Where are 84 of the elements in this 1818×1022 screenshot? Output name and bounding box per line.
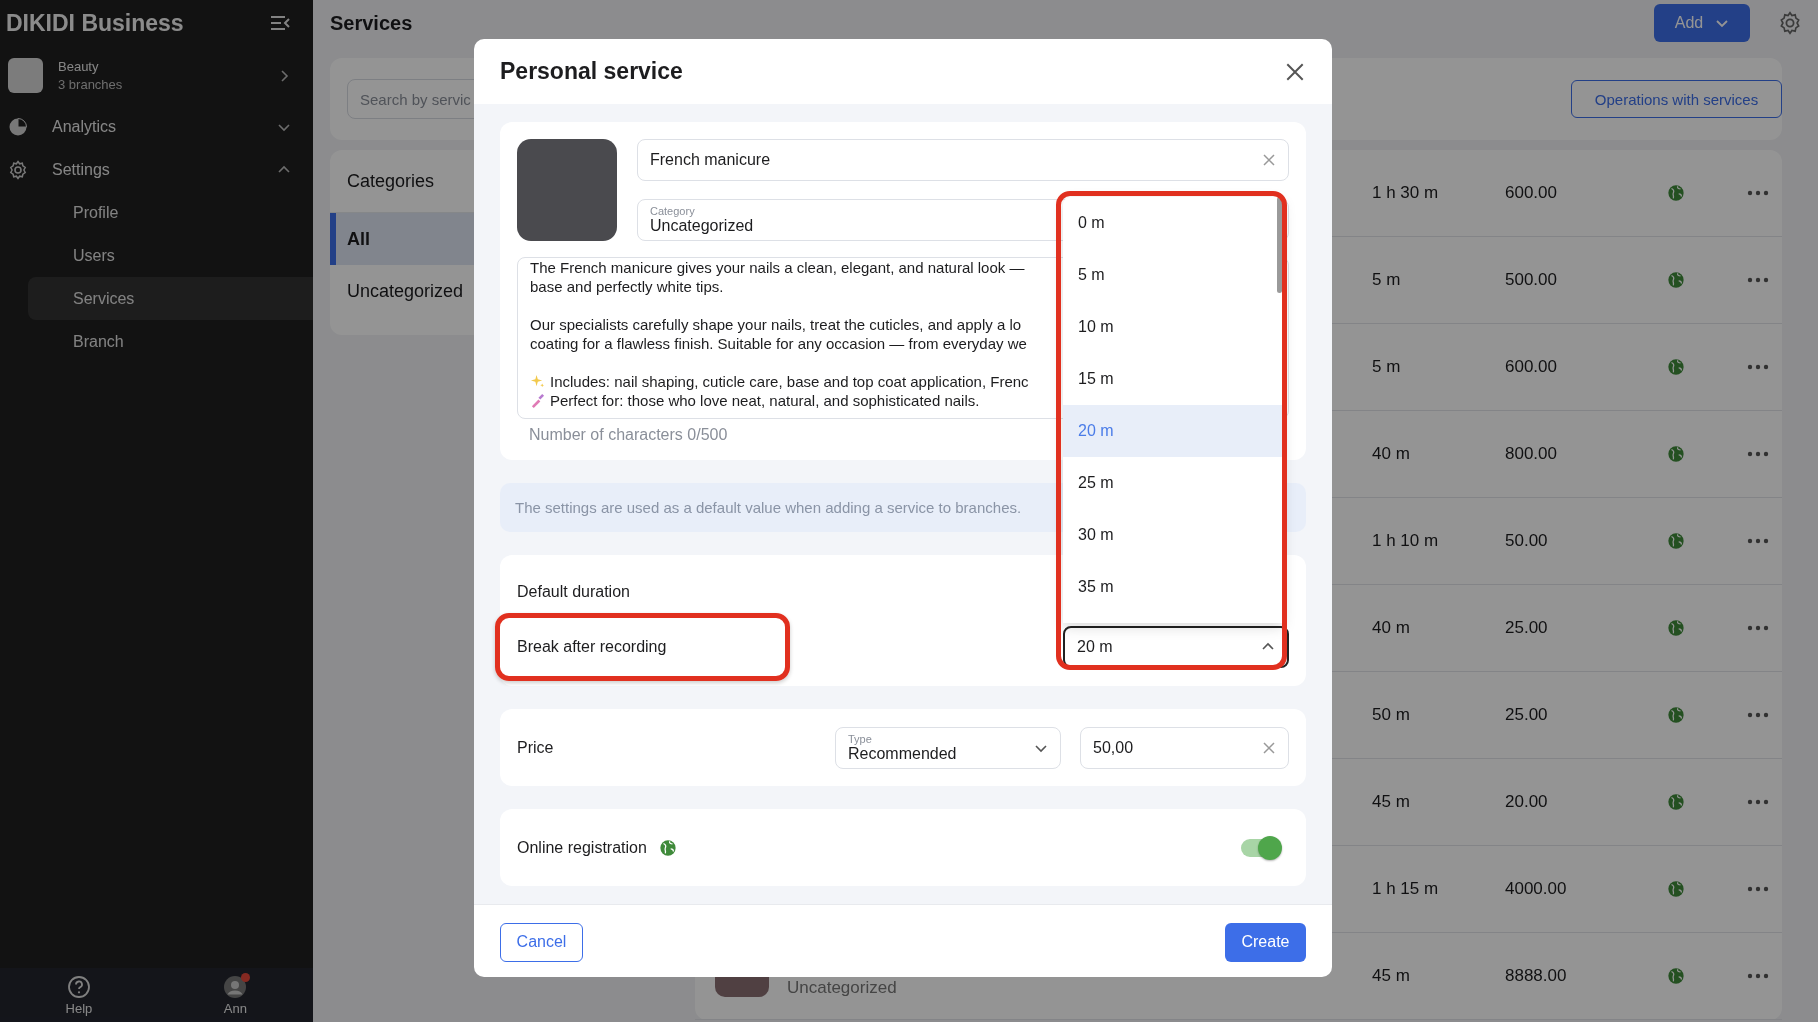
break-label: Break after recording	[517, 638, 667, 656]
sidebar-subitem[interactable]: Profile	[28, 191, 313, 234]
field-label: Type	[848, 732, 873, 745]
field-value: Recommended	[848, 744, 957, 763]
sidebar-item-label: Settings	[52, 160, 111, 179]
table-cell-text: 1 h 15 m	[1372, 879, 1440, 899]
table-cell-text: 5 m	[1372, 270, 1402, 290]
footer-nav-label: Help	[65, 1000, 93, 1016]
account-thumbnail	[8, 58, 43, 93]
more-icon[interactable]	[1747, 712, 1769, 718]
table-cell-text: 4000.00	[1505, 879, 1568, 899]
more-icon[interactable]	[1747, 277, 1769, 283]
description-line: Perfect for: those who love neat, natural, and sophisticated nails.	[550, 391, 980, 410]
help-icon	[66, 974, 91, 999]
sidebar-subitem[interactable]: Services	[28, 277, 313, 320]
sidebar-subitem[interactable]: Branch	[28, 320, 313, 363]
toggle-switch[interactable]	[1239, 834, 1283, 861]
table-cell-text: 800.00	[1505, 444, 1558, 464]
dialog-title: Personal service	[500, 58, 683, 85]
table-cell-text: 8888.00	[1505, 966, 1568, 986]
sidebar-item[interactable]: Settings	[0, 148, 313, 191]
table-cell-text: 40 m	[1372, 618, 1411, 638]
description-line: The French manicure gives your nails a clean, elegant, and natural look —	[530, 258, 1025, 277]
table-cell-text: 45 m	[1372, 792, 1411, 812]
online-registration-label: Online registration	[517, 838, 647, 857]
more-icon[interactable]	[1747, 625, 1769, 631]
more-icon[interactable]	[1747, 190, 1769, 196]
description-line: coating for a flawless finish. Suitable for any occasion — from everyday we	[530, 334, 1027, 353]
create-button[interactable]: Create	[1225, 922, 1306, 962]
field-value: 20 m	[1077, 638, 1113, 656]
brand-name: DIKIDI Business	[6, 9, 184, 37]
field-value: 50,00	[1093, 738, 1134, 757]
price-field[interactable]: 50,00	[1080, 726, 1289, 769]
footer-nav-item[interactable]: Help	[65, 974, 93, 1016]
account-subtitle: 3 branches	[58, 77, 124, 92]
settings-icon[interactable]	[1778, 11, 1802, 35]
globe-icon	[658, 838, 677, 857]
description-line: base and perfectly white tips.	[530, 277, 724, 296]
duration-label: Default duration	[517, 583, 630, 601]
clear-icon[interactable]	[1262, 153, 1276, 167]
table-cell-text: 50 m	[1372, 705, 1411, 725]
table-cell-text: 25.00	[1505, 705, 1549, 725]
table-cell-text: 500.00	[1505, 270, 1558, 290]
table-cell-text: 600.00	[1505, 357, 1558, 377]
table-cell-text: 1 h 30 m	[1372, 183, 1440, 203]
more-icon[interactable]	[1747, 538, 1769, 544]
table-cell-text: 1 h 10 m	[1372, 531, 1440, 551]
more-icon[interactable]	[1747, 451, 1769, 457]
table-cell-text: 20.00	[1505, 792, 1549, 812]
settings-icon	[8, 159, 28, 180]
sidebar-item-label: Analytics	[52, 117, 118, 136]
table-cell-text: 45 m	[1372, 966, 1411, 986]
character-counter: Number of characters 0/500	[529, 426, 728, 444]
scrollbar[interactable]	[1277, 197, 1282, 293]
account-switcher[interactable]: Beauty 3 branches	[0, 46, 313, 105]
table-cell-text: 50.00	[1505, 531, 1549, 551]
name-field[interactable]: French manicure	[637, 139, 1289, 181]
table-cell-text: 25.00	[1505, 618, 1549, 638]
description-line: Our specialists carefully shape your nails, treat the cuticles, and apply a lo	[530, 315, 1022, 334]
account-name: Beauty	[58, 59, 100, 74]
field-value: Uncategorized	[650, 217, 754, 235]
table-cell-text: 5 m	[1372, 357, 1402, 377]
price-type-select[interactable]: Type Recommended	[835, 726, 1061, 769]
price-label: Price	[517, 738, 555, 757]
more-icon[interactable]	[1747, 364, 1769, 370]
footer-nav-item[interactable]: Ann	[223, 974, 248, 1016]
table-cell-text: 40 m	[1372, 444, 1411, 464]
sidebar-item[interactable]: Analytics	[0, 105, 313, 148]
more-icon[interactable]	[1747, 973, 1769, 979]
dropdown-option[interactable]: 20 m	[1063, 405, 1283, 457]
table-cell-text: 600.00	[1505, 183, 1558, 203]
more-icon[interactable]	[1747, 886, 1769, 892]
sidebar-subitem[interactable]: Users	[28, 234, 313, 277]
cancel-button[interactable]: Cancel	[500, 922, 583, 962]
avatar-icon	[223, 974, 248, 999]
pie-chart-icon	[8, 116, 28, 137]
table-cell: Uncategorized	[787, 978, 897, 998]
more-icon[interactable]	[1747, 799, 1769, 805]
footer-nav-label: Ann	[223, 1000, 247, 1016]
add-button[interactable]: Add	[1654, 4, 1750, 42]
clear-icon[interactable]	[1262, 740, 1276, 755]
description-line: Includes: nail shaping, cuticle care, base and top coat application, Frenc	[550, 372, 1029, 391]
page-title: Services	[330, 11, 413, 35]
operations-button[interactable]: Operations with services	[1571, 80, 1782, 118]
